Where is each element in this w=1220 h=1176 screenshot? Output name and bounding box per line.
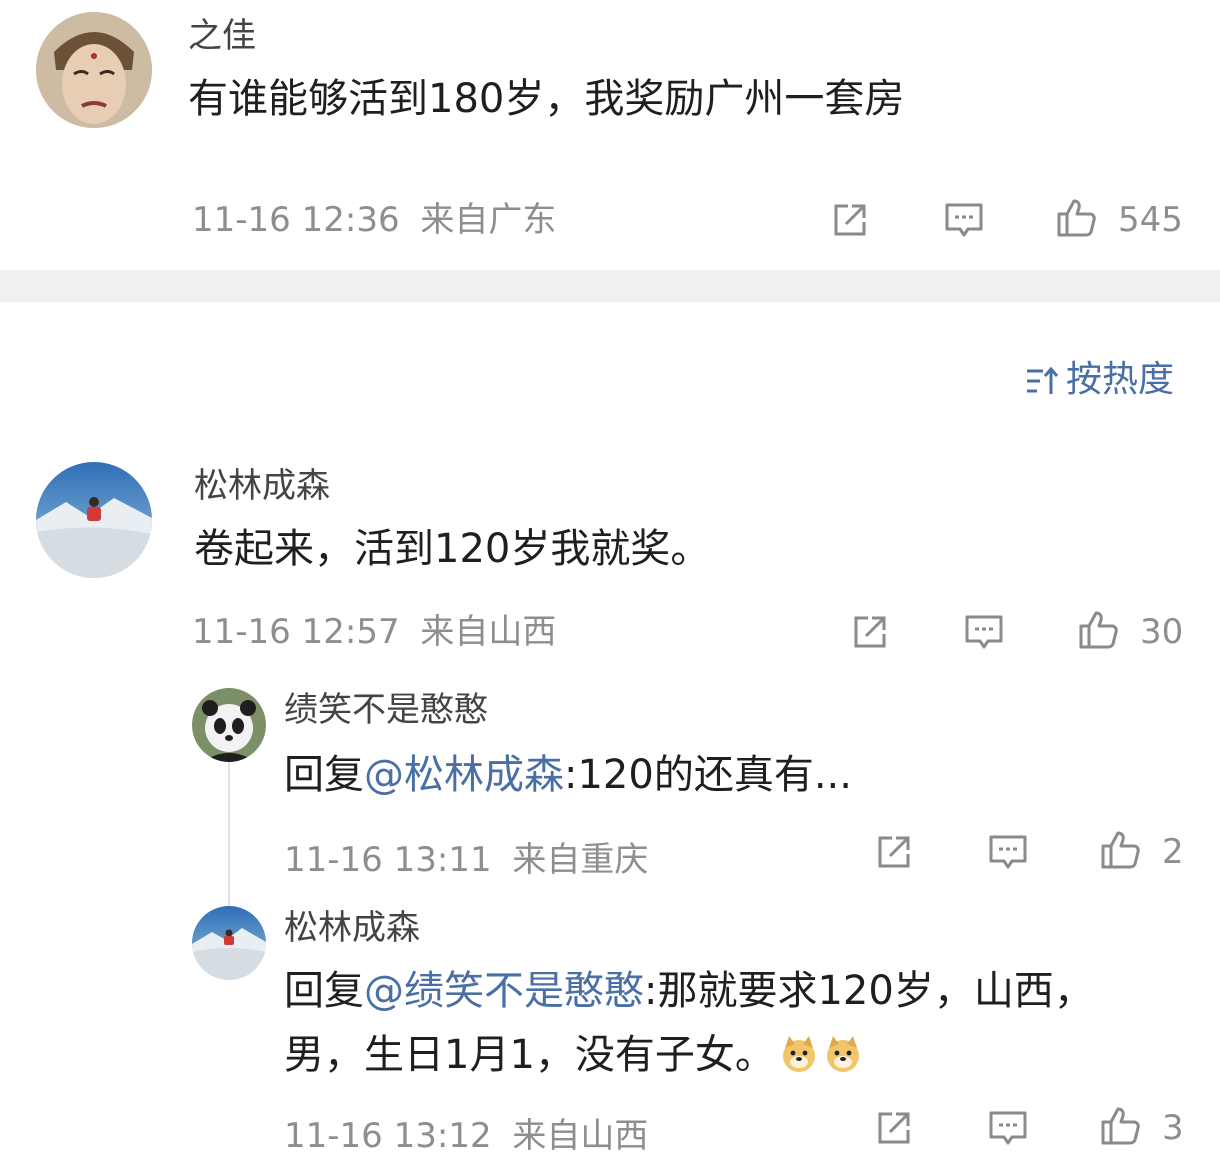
- avatar[interactable]: [192, 688, 266, 762]
- mention-link[interactable]: @绩笑不是憨憨: [364, 968, 644, 1014]
- comment-icon[interactable]: [942, 198, 986, 242]
- comment-text: 有谁能够活到180岁，我奖励广州一套房: [188, 76, 905, 122]
- comment-meta: 11-16 13:11 来自重庆: [284, 840, 648, 880]
- sort-button[interactable]: 按热度: [1024, 358, 1174, 402]
- reply-body: :120的还真有...: [564, 752, 852, 798]
- like-icon[interactable]: [1076, 608, 1120, 652]
- author-name[interactable]: 绩笑不是憨憨: [284, 690, 488, 730]
- sort-icon: [1027, 366, 1059, 394]
- like-icon[interactable]: [1054, 196, 1098, 240]
- reply-body-2: 男，生日1月1，没有子女。: [284, 1032, 775, 1078]
- share-icon[interactable]: [872, 830, 916, 874]
- avatar[interactable]: [36, 12, 152, 128]
- mention-link[interactable]: @松林成森: [364, 752, 564, 798]
- avatar-image: [192, 688, 266, 762]
- reply-text: 回复@松林成森:120的还真有...: [284, 750, 852, 800]
- location: 来自山西: [512, 1116, 649, 1156]
- like-icon[interactable]: [1098, 1104, 1142, 1148]
- avatar-image: [36, 12, 152, 128]
- avatar[interactable]: [36, 462, 152, 578]
- location: 来自广东: [420, 200, 557, 240]
- reply-text-line-1: 回复@绩笑不是憨憨:那就要求120岁，山西，: [284, 966, 1094, 1016]
- location: 来自山西: [420, 612, 557, 652]
- like-count: 3: [1162, 1108, 1184, 1148]
- timestamp: 11-16 12:36: [192, 200, 400, 240]
- timestamp: 11-16 13:12: [284, 1116, 492, 1156]
- comment-icon[interactable]: [986, 1106, 1030, 1150]
- section-divider: [0, 270, 1220, 302]
- author-name[interactable]: 之佳: [188, 16, 256, 56]
- author-name[interactable]: 松林成森: [194, 466, 330, 506]
- like-count: 30: [1140, 612, 1184, 652]
- author-name[interactable]: 松林成森: [284, 908, 420, 948]
- reply-prefix: 回复: [284, 752, 364, 798]
- location: 来自重庆: [512, 840, 649, 880]
- doge-emoji-icon: [782, 1036, 815, 1072]
- reply-thread-line: [228, 762, 230, 908]
- comment-meta: 11-16 12:36 来自广东: [192, 200, 556, 240]
- comment-text: 卷起来，活到120岁我就奖。: [194, 526, 711, 572]
- share-icon[interactable]: [828, 198, 872, 242]
- like-icon[interactable]: [1098, 828, 1142, 872]
- reply-prefix: 回复: [284, 968, 364, 1014]
- avatar[interactable]: [192, 906, 266, 980]
- avatar-image: [36, 462, 152, 578]
- comment-icon[interactable]: [962, 610, 1006, 654]
- doge-emoji-icon: [826, 1036, 859, 1072]
- like-count: 2: [1162, 832, 1184, 872]
- reply-text-line-2: 男，生日1月1，没有子女。: [284, 1030, 863, 1080]
- timestamp: 11-16 12:57: [192, 612, 400, 652]
- reply-body: :那就要求120岁，山西，: [644, 968, 1094, 1014]
- comment-meta: 11-16 13:12 来自山西: [284, 1116, 648, 1156]
- share-icon[interactable]: [848, 610, 892, 654]
- timestamp: 11-16 13:11: [284, 840, 492, 880]
- sort-label: 按热度: [1066, 359, 1175, 400]
- share-icon[interactable]: [872, 1106, 916, 1150]
- like-count: 545: [1118, 200, 1183, 240]
- avatar-image: [192, 906, 266, 980]
- comment-meta: 11-16 12:57 来自山西: [192, 612, 556, 652]
- comment-icon[interactable]: [986, 830, 1030, 874]
